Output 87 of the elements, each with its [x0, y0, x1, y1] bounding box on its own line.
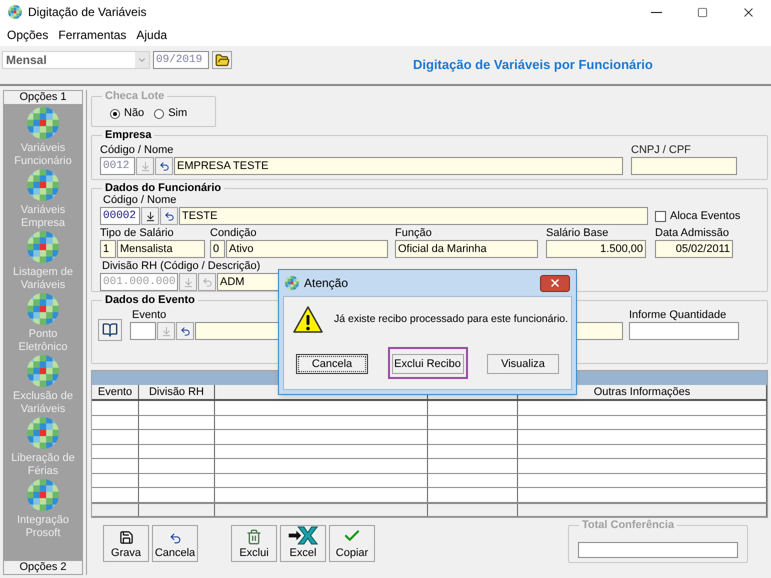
menu-item[interactable]: Ajuda [136, 26, 168, 44]
close-icon [549, 277, 561, 289]
checkbox-option[interactable]: Aloca Eventos [655, 208, 740, 224]
radio-option[interactable]: Sim [154, 105, 188, 122]
toolbar-button[interactable]: Grava [103, 525, 149, 562]
field-label: Divisão RH (Código / Descrição) [102, 260, 262, 273]
field-label: Salário Base [546, 227, 610, 240]
total-field[interactable] [578, 542, 738, 558]
group-title: Dados do Funcionário [102, 181, 224, 195]
salary-type-field[interactable]: Mensalista [117, 240, 205, 258]
radio-button[interactable] [154, 108, 164, 118]
undo-icon [164, 210, 174, 222]
menu-item[interactable]: Opções [7, 26, 48, 44]
code-field[interactable]: 0 [210, 240, 225, 258]
group-title: Empresa [102, 128, 154, 142]
maximize-icon [696, 6, 708, 18]
globe-icon [27, 107, 59, 139]
column-header: Evento [92, 385, 139, 399]
book-icon [102, 322, 118, 338]
down-arrow-icon [160, 326, 172, 336]
salary-field[interactable]: 1.500,00 [546, 240, 646, 258]
undo-button[interactable] [160, 207, 178, 225]
cnpj-field[interactable] [631, 157, 737, 175]
code-field[interactable]: 0012 [100, 157, 135, 175]
undo-icon [180, 326, 190, 336]
code-field[interactable]: 1 [100, 240, 116, 258]
globe-icon [27, 231, 59, 263]
lookup-button[interactable] [141, 207, 159, 225]
toolbar-button[interactable]: Exclui [231, 525, 277, 562]
code-field[interactable] [130, 322, 156, 340]
dialog-title: Atenção [304, 275, 348, 292]
radio-option[interactable]: Não [110, 105, 144, 122]
sidebar-tab[interactable]: Opções 1 [3, 90, 83, 105]
sidebar-tab[interactable]: Opções 2 [3, 560, 83, 575]
toolbar-button[interactable]: Cancela [152, 525, 198, 562]
undo-button[interactable] [155, 157, 173, 175]
undo-icon [168, 532, 182, 545]
trash-icon [246, 529, 262, 545]
dialog-button[interactable]: Cancela [296, 354, 368, 374]
globe-icon [27, 355, 59, 387]
down-arrow-icon [182, 276, 194, 288]
period-dropdown[interactable]: Mensal [2, 51, 150, 69]
name-field[interactable]: TESTE [179, 207, 648, 225]
column-header: Divisão RH [139, 385, 215, 399]
undo-button[interactable] [176, 322, 194, 340]
dialog-close-button[interactable] [540, 274, 570, 292]
field-label: Código / Nome [103, 194, 178, 207]
dialog-button[interactable]: Exclui Recibo [392, 354, 464, 374]
undo-icon [202, 276, 212, 288]
menu-item[interactable]: Ferramentas [58, 26, 126, 44]
code-field[interactable]: 00002 [100, 207, 140, 225]
field-label: Informe Quantidade [629, 309, 728, 322]
book-button[interactable] [98, 319, 122, 341]
field-label: CNPJ / CPF [631, 144, 692, 157]
globe-icon [27, 293, 59, 325]
globe-icon [27, 417, 59, 449]
field-label: Função [395, 227, 433, 240]
field-label: Data Admissão [655, 227, 730, 240]
field-label: Condição [210, 227, 258, 240]
open-folder-button[interactable] [212, 51, 232, 69]
app-icon [8, 5, 22, 19]
app-icon [285, 276, 299, 290]
date-field[interactable]: 05/02/2011 [655, 240, 733, 258]
name-field[interactable]: EMPRESA TESTE [174, 157, 623, 175]
dialog-button[interactable]: Visualiza [487, 354, 559, 374]
toolbar-button[interactable]: Excel [280, 525, 326, 562]
quantity-field[interactable] [629, 322, 739, 340]
globe-icon [27, 169, 59, 201]
warning-icon [292, 305, 324, 335]
globe-icon [27, 479, 59, 511]
toolbar-button[interactable]: Copiar [329, 525, 375, 562]
radio-button[interactable] [110, 108, 120, 118]
field-label: Tipo de Salário [100, 227, 175, 240]
checkbox[interactable] [655, 210, 666, 222]
field-label: Código / Nome [100, 144, 174, 157]
field-label: Evento [132, 309, 166, 322]
down-arrow-icon [144, 210, 156, 222]
undo-icon [158, 160, 170, 172]
folder-icon [214, 52, 230, 68]
excel-icon [288, 526, 318, 545]
date-field[interactable]: 09/2019 [153, 51, 209, 69]
page-heading: Digitação de Variáveis por Funcionário [413, 56, 653, 74]
dialog-message: Já existe recibo processado para este funcionário. [334, 312, 568, 328]
status-field[interactable]: Ativo [226, 240, 388, 258]
window-title: Digitação de Variáveis [28, 4, 147, 21]
role-field[interactable]: Oficial da Marinha [395, 240, 538, 258]
down-arrow-icon [140, 160, 150, 172]
